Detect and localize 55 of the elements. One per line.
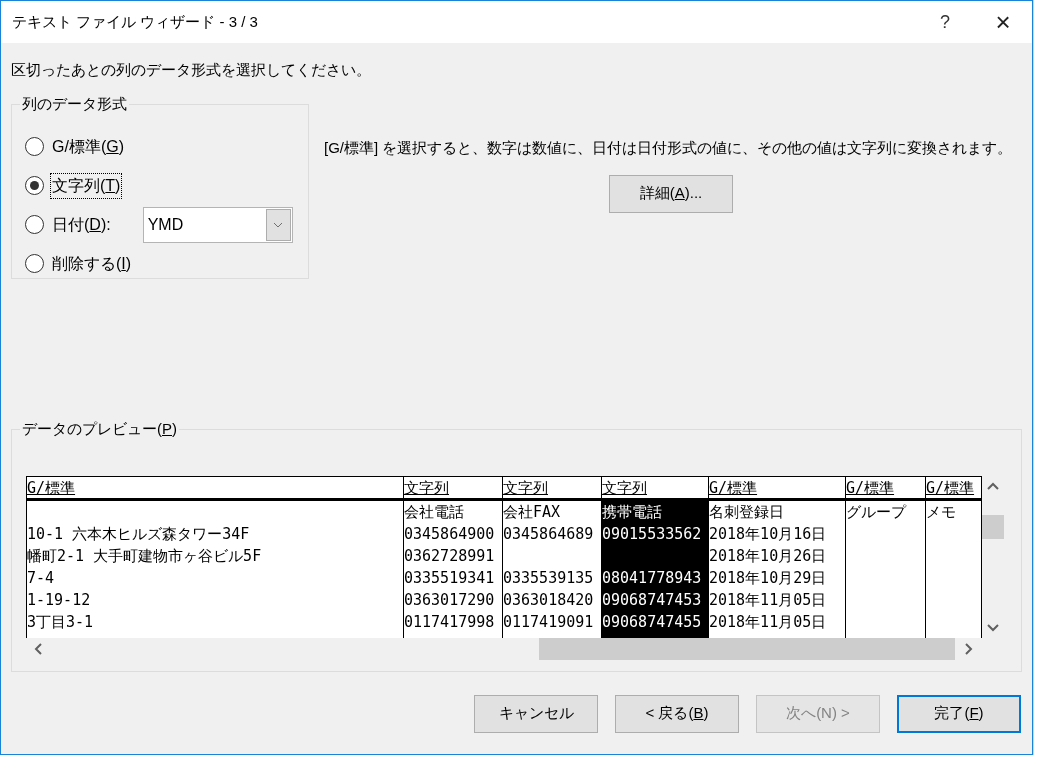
- wizard-button[interactable]: 完了(F): [897, 694, 1021, 733]
- selected-column[interactable]: 携帯電話 09015533562 08041778943 09068747453 09068747455: [602, 500, 708, 638]
- scrollbar-thumb[interactable]: [982, 514, 1004, 539]
- scroll-up-icon[interactable]: [987, 481, 999, 490]
- scrollbar-thumb[interactable]: [539, 637, 955, 660]
- radio-label[interactable]: 削除する(I): [50, 250, 134, 277]
- table-cell-text: 幡町2-1 大手町建物市ヶ谷ビル5F: [27, 545, 262, 567]
- table-cell-text: 0362728991: [404, 545, 495, 567]
- table-cell-text: グループ: [846, 501, 906, 523]
- table-cell-text: 08041778943: [602, 567, 702, 589]
- table-cell-text: 0117419091: [503, 611, 594, 633]
- radio-label[interactable]: G/標準(G): [50, 133, 126, 160]
- table-cell-text: メモ: [926, 501, 956, 523]
- table-cell-text: 0345864900: [404, 523, 495, 545]
- table-cell-text: 2018年11月05日: [709, 589, 827, 611]
- table-cell-text: 10-1 六本木ヒルズ森タワー34F: [27, 523, 250, 545]
- table-cell-text: 0363018420: [503, 589, 594, 611]
- table-cell-text: 0335539135: [503, 567, 594, 589]
- radio-button[interactable]: [25, 254, 44, 273]
- table-cell-text: 09015533562: [602, 523, 702, 545]
- table-cell-text: 0335519341: [404, 567, 495, 589]
- table-cell-text: 0117417998: [404, 611, 495, 633]
- table-cell-text: 2018年10月16日: [709, 523, 827, 545]
- table-cell-text: 名刺登録日: [709, 501, 784, 523]
- description-text: [G/標準] を選択すると、数字は数値に、日付は日付形式の値に、その他の値は文字列に変換されます。: [324, 137, 1014, 158]
- table-cell-text: 3丁目3-1: [27, 611, 94, 633]
- wizard-button[interactable]: < 戻る(B): [615, 694, 739, 733]
- scroll-left-icon[interactable]: [34, 642, 42, 655]
- window-title: テキスト ファイル ウィザード - 3 / 3: [12, 11, 259, 32]
- table-cell-text: 09068747455: [602, 611, 702, 633]
- radio-label[interactable]: 日付(D):: [50, 211, 113, 238]
- table-cell-text: 2018年11月05日: [709, 611, 827, 633]
- table-cell-text: 2018年10月29日: [709, 567, 827, 589]
- advanced-button[interactable]: 詳細(A)...: [609, 174, 733, 213]
- table-cell-text: 0363017290: [404, 589, 495, 611]
- instruction-text: 区切ったあとの列のデータ形式を選択してください。: [11, 60, 371, 80]
- date-format-dropdown[interactable]: YMD: [142, 206, 293, 243]
- table-cell-text: 携帯電話: [602, 501, 662, 523]
- table-cell-text: 09068747453: [602, 589, 702, 611]
- radio-button[interactable]: [25, 137, 44, 156]
- table-cell-text: 2018年10月26日: [709, 545, 827, 567]
- wizard-button[interactable]: キャンセル: [474, 694, 598, 733]
- table-cell-text: 7-4: [27, 567, 55, 589]
- table-cell-text: 会社電話: [404, 501, 464, 523]
- table-cell-text: 1-19-12: [27, 589, 91, 611]
- table-cell-text: 会社FAX: [503, 501, 561, 523]
- scroll-right-icon[interactable]: [965, 642, 973, 655]
- chevron-down-icon: [273, 221, 284, 228]
- help-button[interactable]: ?: [922, 2, 968, 42]
- scroll-down-icon[interactable]: [987, 623, 999, 632]
- radio-button[interactable]: [25, 176, 44, 195]
- radio-button[interactable]: [25, 215, 44, 234]
- radio-label[interactable]: 文字列(T): [50, 172, 123, 199]
- close-button[interactable]: ×: [980, 2, 1026, 42]
- table-cell-text: 0345864689: [503, 523, 594, 545]
